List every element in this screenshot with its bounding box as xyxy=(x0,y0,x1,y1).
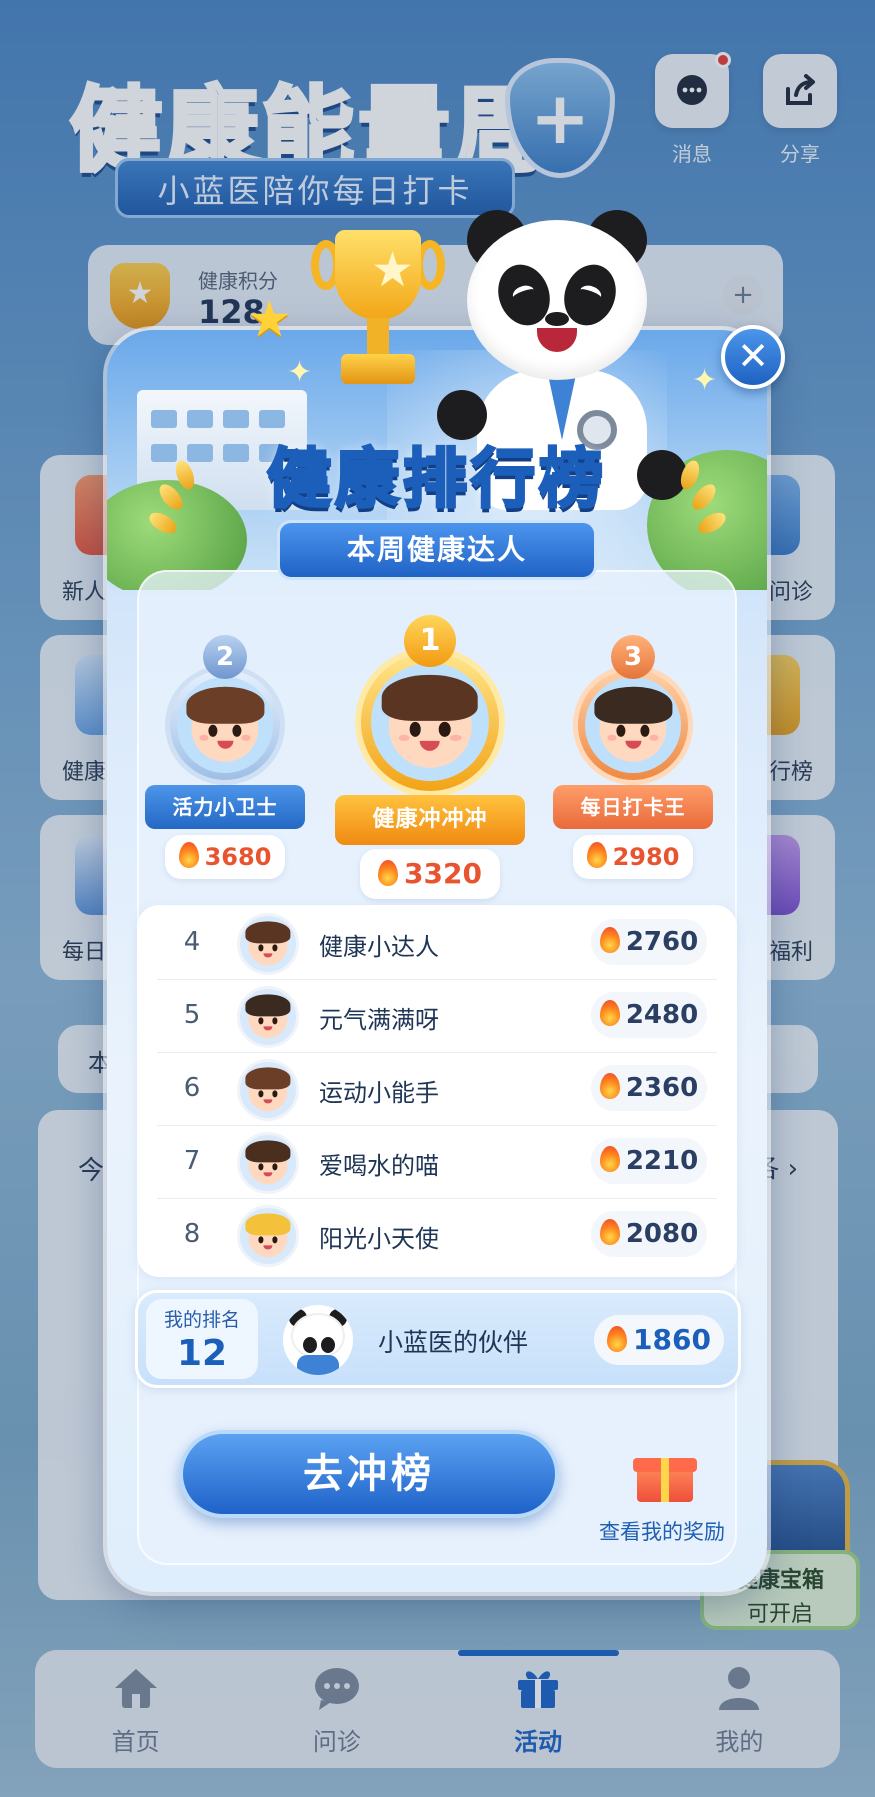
score-pill: 2360 xyxy=(591,1065,707,1111)
podium-name: 每日打卡王 xyxy=(553,785,713,829)
user-name: 元气满满呀 xyxy=(319,1006,439,1034)
rank-badge: 2 xyxy=(203,635,247,679)
avatar xyxy=(371,663,489,781)
sparkle-icon: ✦ xyxy=(287,355,313,390)
list-item[interactable]: 5 元气满满呀 2480 xyxy=(157,980,717,1053)
leaderboard-subtitle: 本周健康达人 xyxy=(277,520,597,580)
gift-icon xyxy=(633,1450,697,1502)
avatar xyxy=(237,986,299,1048)
score-value: 2760 xyxy=(625,927,699,957)
rank-badge: 1 xyxy=(404,615,456,667)
flame-icon xyxy=(599,1219,620,1245)
reward-label: 查看我的奖励 xyxy=(599,1520,725,1544)
podium-score: 3680 xyxy=(165,835,285,879)
star-icon: ★ xyxy=(247,290,292,348)
podium-first[interactable]: 1 健康冲冲冲 3320 xyxy=(335,615,525,899)
sparkle-icon: ✦ xyxy=(692,363,718,398)
podium-name: 健康冲冲冲 xyxy=(335,795,525,845)
my-rank-value: 12 xyxy=(176,1333,228,1374)
user-name: 运动小能手 xyxy=(319,1079,439,1107)
rank-badge: 3 xyxy=(611,635,655,679)
podium-name: 活力小卫士 xyxy=(145,785,305,829)
list-item[interactable]: 4 健康小达人 2760 xyxy=(157,907,717,980)
view-rewards-link[interactable]: 查看我的奖励 xyxy=(577,1450,747,1560)
score-value: 2980 xyxy=(612,843,680,871)
rank-number: 5 xyxy=(183,1000,201,1030)
avatar xyxy=(237,1205,299,1267)
ranking-list: 4 健康小达人 2760 5 元气满满呀 2480 6 运动小能手 2360 7… xyxy=(137,905,737,1277)
close-icon: ✕ xyxy=(737,334,769,378)
podium-score: 2980 xyxy=(573,835,693,879)
flame-icon xyxy=(586,842,607,868)
avatar xyxy=(237,1059,299,1121)
avatar xyxy=(237,1132,299,1194)
flame-icon xyxy=(178,842,199,868)
rank-number: 7 xyxy=(183,1146,201,1176)
podium-third[interactable]: 3 每日打卡王 2980 xyxy=(553,635,713,879)
rank-number: 4 xyxy=(183,927,201,957)
score-value: 3320 xyxy=(404,857,482,890)
my-rank-card[interactable]: 我的排名 12 小蓝医的伙伴 1860 xyxy=(135,1290,741,1388)
my-rank-box: 我的排名 12 xyxy=(146,1299,258,1379)
user-name: 爱喝水的喵 xyxy=(319,1152,439,1180)
close-button[interactable]: ✕ xyxy=(721,325,785,389)
trophy-icon: ★ xyxy=(311,230,445,400)
podium-score: 3320 xyxy=(360,849,500,899)
list-item[interactable]: 8 阳光小天使 2080 xyxy=(157,1199,717,1272)
user-name: 健康小达人 xyxy=(319,933,439,961)
flame-icon xyxy=(607,1326,628,1352)
flame-icon xyxy=(599,1000,620,1026)
rank-number: 8 xyxy=(183,1219,201,1249)
flame-icon xyxy=(378,860,399,886)
flame-icon xyxy=(599,1073,620,1099)
flame-icon xyxy=(599,1146,620,1172)
my-score-pill: 1860 xyxy=(594,1315,724,1365)
score-value: 3680 xyxy=(204,843,272,871)
score-pill: 2480 xyxy=(591,992,707,1038)
panda-avatar xyxy=(283,1305,353,1375)
score-pill: 2210 xyxy=(591,1138,707,1184)
rank-number: 6 xyxy=(183,1073,201,1103)
score-value: 2360 xyxy=(625,1073,699,1103)
score-pill: 2760 xyxy=(591,919,707,965)
list-item[interactable]: 6 运动小能手 2360 xyxy=(157,1053,717,1126)
my-name: 小蓝医的伙伴 xyxy=(378,1328,529,1357)
score-value: 2080 xyxy=(625,1219,699,1249)
climb-ranking-button[interactable]: 去冲榜 xyxy=(179,1430,559,1518)
avatar xyxy=(585,677,681,773)
leaderboard-modal: ★ ★ ✦ ✦ ✕ 健康排行榜 本周健康达人 2 活力小卫士 3680 1 健康… xyxy=(107,210,785,1592)
avatar xyxy=(177,677,273,773)
list-item[interactable]: 7 爱喝水的喵 2210 xyxy=(157,1126,717,1199)
podium-second[interactable]: 2 活力小卫士 3680 xyxy=(145,635,305,879)
flame-icon xyxy=(599,927,620,953)
my-rank-label: 我的排名 xyxy=(163,1309,240,1331)
score-pill: 2080 xyxy=(591,1211,707,1257)
score-value: 2210 xyxy=(625,1146,699,1176)
leaderboard-title: 健康排行榜 xyxy=(266,442,607,519)
score-value: 1860 xyxy=(633,1323,711,1356)
user-name: 阳光小天使 xyxy=(319,1225,439,1253)
avatar xyxy=(237,913,299,975)
score-value: 2480 xyxy=(625,1000,699,1030)
